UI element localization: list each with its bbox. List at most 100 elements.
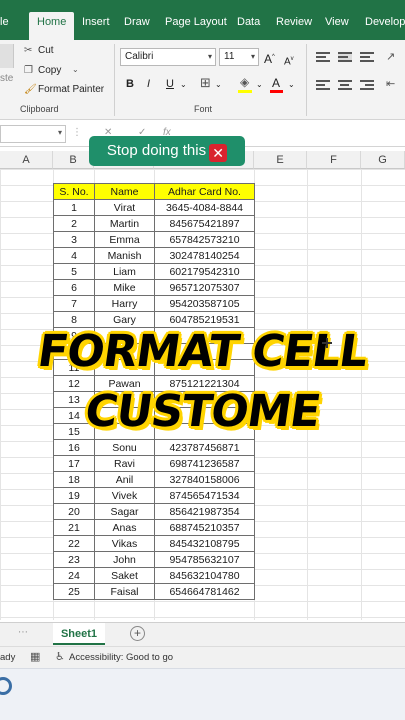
column-header-g[interactable]: G [361, 151, 405, 169]
tab-home[interactable]: Home [29, 12, 75, 40]
cell-sno[interactable]: 3 [53, 231, 95, 248]
name-box[interactable]: ▾ [0, 125, 66, 143]
cell-name[interactable]: Manish [94, 247, 155, 264]
more-sheets-icon[interactable]: ⋯ [18, 627, 28, 638]
tab-page-layout[interactable]: Page Layout [165, 15, 227, 29]
cell-adhar[interactable]: 302478140254 [154, 247, 255, 264]
align-center-icon[interactable] [338, 80, 352, 90]
cell-name[interactable]: Martin [94, 215, 155, 232]
cell-name[interactable]: Vikas [94, 535, 155, 552]
column-header-b[interactable]: B [53, 151, 94, 169]
chevron-down-icon[interactable]: ⌄ [215, 78, 222, 92]
cell-sno[interactable]: 7 [53, 295, 95, 312]
cell-sno[interactable]: 18 [53, 471, 95, 488]
cell-adhar[interactable]: 845675421897 [154, 215, 255, 232]
tab-draw[interactable]: Draw [124, 15, 150, 29]
cell-name[interactable]: Faisal [94, 583, 155, 600]
align-bottom-icon[interactable] [360, 52, 374, 62]
cell-sno[interactable]: 19 [53, 487, 95, 504]
underline-button[interactable]: U [166, 77, 174, 91]
tab-developer[interactable]: Develope [365, 15, 405, 29]
accessibility-status[interactable]: Accessibility: Good to go [69, 652, 173, 663]
cell-name[interactable]: Virat [94, 199, 155, 216]
format-painter-button[interactable]: Format Painter [38, 84, 104, 95]
column-header-e[interactable]: E [254, 151, 307, 169]
cell-adhar[interactable]: 688745210357 [154, 519, 255, 536]
indent-icon[interactable]: ⇤ [386, 77, 395, 91]
copy-icon[interactable]: ❐ [24, 65, 33, 76]
borders-icon[interactable]: ⊞ [200, 76, 211, 90]
tab-review[interactable]: Review [276, 15, 312, 29]
cell-adhar[interactable]: 874565471534 [154, 487, 255, 504]
tab-file[interactable]: le [0, 15, 9, 29]
cell-sno[interactable]: 1 [53, 199, 95, 216]
cell-name[interactable]: Liam [94, 263, 155, 280]
cell-adhar[interactable]: 657842573210 [154, 231, 255, 248]
cell-name[interactable]: Emma [94, 231, 155, 248]
font-color-icon[interactable]: A [272, 76, 280, 90]
cell-adhar[interactable]: 965712075307 [154, 279, 255, 296]
cell-sno[interactable]: 21 [53, 519, 95, 536]
cell-sno[interactable]: 25 [53, 583, 95, 600]
grow-font-button[interactable]: A^ [264, 50, 275, 66]
cell-name[interactable]: Mike [94, 279, 155, 296]
sheet-tab-sheet1[interactable]: Sheet1 [53, 623, 105, 645]
orientation-icon[interactable]: ↗ [386, 50, 395, 64]
align-top-icon[interactable] [316, 52, 330, 62]
cell-adhar[interactable]: 423787456871 [154, 439, 255, 456]
header-cell-sno[interactable]: S. No. [53, 183, 95, 200]
shrink-font-button[interactable]: Av [284, 52, 294, 69]
cell-sno[interactable]: 5 [53, 263, 95, 280]
align-left-icon[interactable] [316, 80, 330, 90]
font-family-select[interactable]: Calibri ▾ [120, 48, 216, 66]
cell-name[interactable]: Ravi [94, 455, 155, 472]
cell-sno[interactable]: 17 [53, 455, 95, 472]
header-cell-adhar[interactable]: Adhar Card No. [154, 183, 255, 200]
cell-sno[interactable]: 16 [53, 439, 95, 456]
cell-sno[interactable]: 20 [53, 503, 95, 520]
cell-name[interactable]: Harry [94, 295, 155, 312]
cell-name[interactable]: Anas [94, 519, 155, 536]
cell-sno[interactable]: 24 [53, 567, 95, 584]
cell-sno[interactable]: 4 [53, 247, 95, 264]
cell-name[interactable]: Sagar [94, 503, 155, 520]
italic-button[interactable]: I [147, 77, 150, 91]
align-middle-icon[interactable] [338, 52, 352, 62]
cell-adhar[interactable]: 845432108795 [154, 535, 255, 552]
cell-name[interactable]: Vivek [94, 487, 155, 504]
macro-record-icon[interactable]: ▦ [30, 650, 40, 663]
cell-adhar[interactable]: 327840158006 [154, 471, 255, 488]
cell-adhar[interactable]: 654664781462 [154, 583, 255, 600]
cell-name[interactable]: Saket [94, 567, 155, 584]
app-icon[interactable] [0, 677, 12, 695]
tab-insert[interactable]: Insert [82, 15, 110, 29]
cell-sno[interactable]: 22 [53, 535, 95, 552]
cell-adhar[interactable]: 856421987354 [154, 503, 255, 520]
bold-button[interactable]: B [126, 77, 134, 91]
cut-button[interactable]: Cut [38, 45, 54, 56]
cell-name[interactable]: John [94, 551, 155, 568]
cell-adhar[interactable]: 954203587105 [154, 295, 255, 312]
cell-name[interactable]: Sonu [94, 439, 155, 456]
column-header-a[interactable]: A [0, 151, 53, 169]
chevron-down-icon[interactable]: ⌄ [288, 78, 295, 92]
cell-adhar[interactable]: 698741236587 [154, 455, 255, 472]
cell-sno[interactable]: 2 [53, 215, 95, 232]
chevron-down-icon[interactable]: ⌄ [72, 65, 79, 74]
tab-data[interactable]: Data [237, 15, 260, 29]
chevron-down-icon[interactable]: ⌄ [180, 78, 187, 92]
font-size-select[interactable]: 11 ▾ [219, 48, 259, 66]
cell-sno[interactable]: 23 [53, 551, 95, 568]
chevron-down-icon[interactable]: ⌄ [256, 78, 263, 92]
cell-adhar[interactable]: 845632104780 [154, 567, 255, 584]
paste-icon[interactable] [0, 44, 14, 68]
accessibility-icon[interactable]: ♿ [55, 650, 65, 663]
header-cell-name[interactable]: Name [94, 183, 155, 200]
copy-button[interactable]: Copy [38, 65, 61, 76]
cell-sno[interactable]: 6 [53, 279, 95, 296]
cell-adhar[interactable]: 602179542310 [154, 263, 255, 280]
column-header-f[interactable]: F [307, 151, 361, 169]
tab-view[interactable]: View [325, 15, 349, 29]
paste-label[interactable]: ste [0, 73, 13, 84]
align-right-icon[interactable] [360, 80, 374, 90]
